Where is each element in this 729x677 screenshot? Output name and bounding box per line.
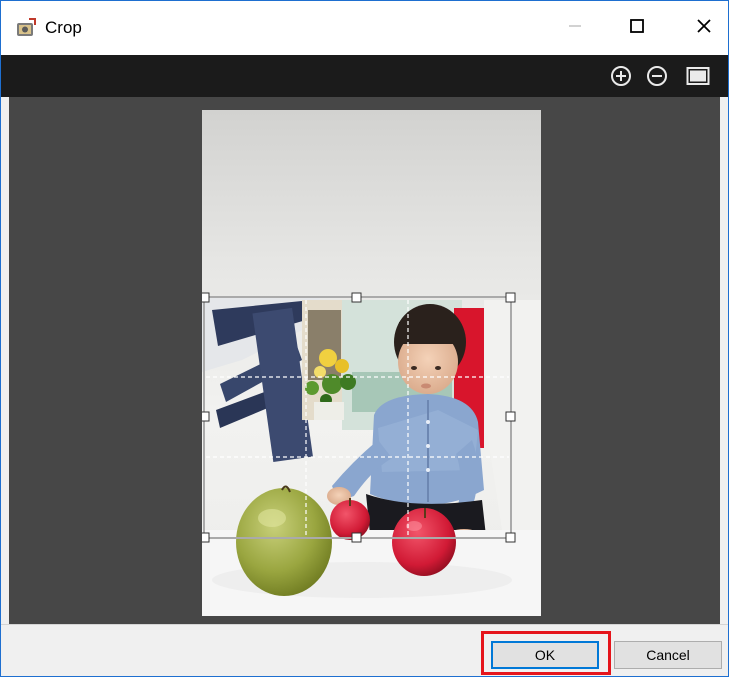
minimize-icon xyxy=(568,19,582,38)
crop-canvas xyxy=(9,97,720,624)
minimize-button[interactable] xyxy=(551,1,599,55)
close-button[interactable] xyxy=(680,1,728,55)
maximize-button[interactable] xyxy=(613,1,661,55)
fit-to-window-icon[interactable] xyxy=(685,65,711,87)
close-icon xyxy=(696,18,712,39)
view-toolbar xyxy=(1,55,728,97)
zoom-out-icon[interactable] xyxy=(646,65,668,87)
cancel-button[interactable]: Cancel xyxy=(614,641,722,669)
crop-app-icon xyxy=(15,17,37,39)
dialog-footer: OK Cancel xyxy=(1,624,728,676)
title-bar[interactable]: Crop xyxy=(1,1,728,55)
maximize-icon xyxy=(629,18,645,39)
window-title: Crop xyxy=(45,18,82,37)
ok-button[interactable]: OK xyxy=(491,641,599,669)
zoom-in-icon[interactable] xyxy=(610,65,632,87)
crop-dialog: Crop OK Cancel xyxy=(0,0,729,677)
crop-photo[interactable] xyxy=(202,110,541,616)
